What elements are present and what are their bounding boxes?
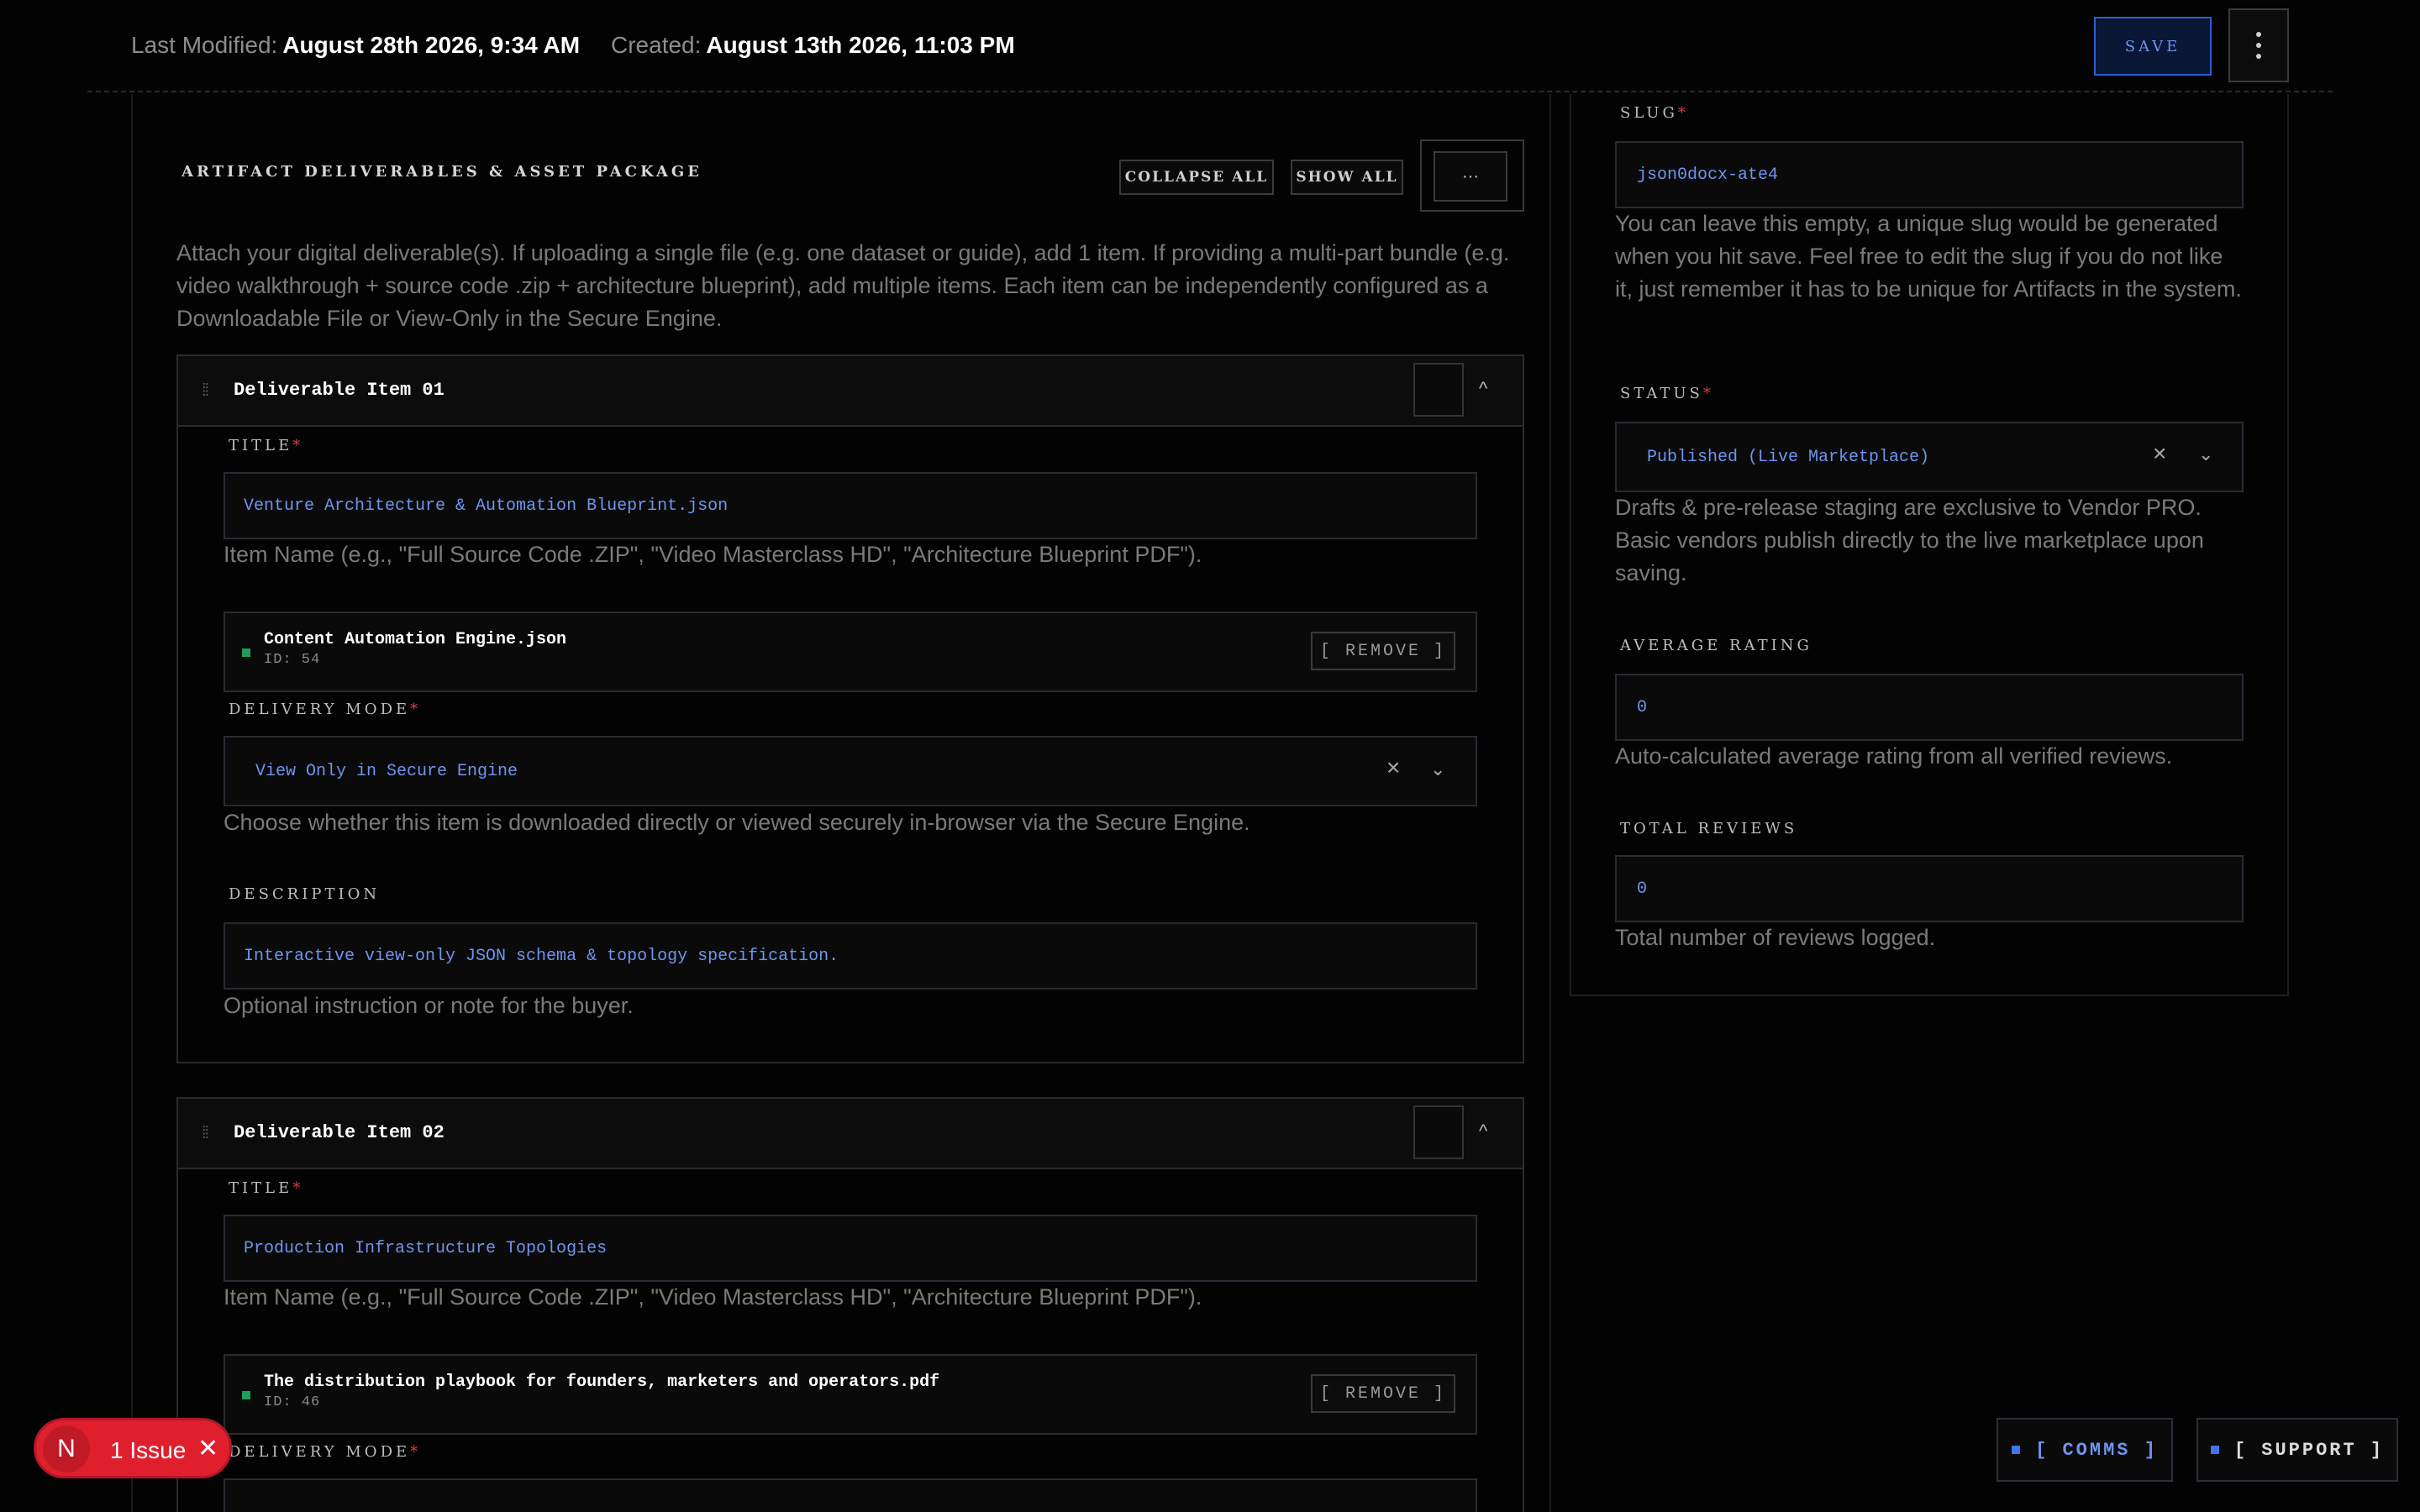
status-help: Drafts & pre-release staging are exclusi…	[1615, 495, 2204, 585]
file-status-indicator	[242, 648, 250, 657]
file-name: Content Automation Engine.json	[264, 630, 567, 649]
file-name: The distribution playbook for founders, …	[264, 1373, 940, 1392]
description-help: Optional instruction or note for the buy…	[224, 993, 634, 1018]
chevron-down-icon[interactable]: ⌄	[2198, 444, 2213, 465]
chevron-up-icon[interactable]: ^	[1479, 1121, 1487, 1142]
support-button[interactable]: [ SUPPORT ]	[2196, 1418, 2398, 1482]
support-label: [ SUPPORT ]	[2233, 1439, 2385, 1461]
save-button[interactable]: SAVE	[2094, 17, 2212, 76]
kebab-icon-dot	[2256, 43, 2261, 48]
description-label: DESCRIPTION	[229, 885, 381, 903]
created-date: Created: August 13th 2026, 11:03 PM	[611, 32, 1015, 59]
deliverable-item-header[interactable]: ⁞⁞ Deliverable Item 02 ^	[178, 1099, 1523, 1169]
show-all-button[interactable]: SHOW ALL	[1291, 160, 1403, 195]
title-input[interactable]: Production Infrastructure Topologies	[224, 1215, 1477, 1282]
file-id: ID: 46	[264, 1394, 321, 1410]
title-help: Item Name (e.g., "Full Source Code .ZIP"…	[224, 1284, 1202, 1310]
delivery-mode-label-text: DELIVERY MODE	[229, 1443, 411, 1461]
support-indicator-icon	[2210, 1446, 2219, 1454]
slug-input[interactable]: json0docx-ate4	[1615, 141, 2244, 208]
remove-file-button[interactable]: [ REMOVE ]	[1311, 632, 1455, 670]
title-help: Item Name (e.g., "Full Source Code .ZIP"…	[224, 542, 1202, 567]
delivery-mode-select[interactable]: View Only in Secure Engine	[224, 736, 1477, 806]
delivery-mode-label: DELIVERY MODE*	[229, 1443, 421, 1461]
top-bar: Last Modified: August 28th 2026, 9:34 AM …	[0, 0, 2420, 94]
total-reviews-label: TOTAL REVIEWS	[1620, 820, 1798, 837]
kebab-icon	[2256, 32, 2261, 37]
average-rating-label: AVERAGE RATING	[1620, 637, 1812, 654]
title-label-text: TITLE	[229, 437, 293, 454]
framework-logo-icon: N	[43, 1425, 90, 1473]
comms-indicator-icon	[2012, 1446, 2021, 1454]
file-id: ID: 54	[264, 652, 321, 668]
deliverable-item-title: Deliverable Item 02	[234, 1122, 445, 1143]
status-select[interactable]: Published (Live Marketplace)	[1615, 422, 2244, 492]
delivery-mode-help: Choose whether this item is downloaded d…	[224, 810, 1250, 835]
section-intro: Attach your digital deliverable(s). If u…	[176, 240, 1510, 331]
created-label: Created:	[611, 32, 702, 58]
required-marker: *	[1677, 104, 1689, 122]
header-divider	[87, 91, 2333, 92]
delivery-mode-label: DELIVERY MODE*	[229, 701, 421, 718]
status-label-text: STATUS	[1620, 385, 1703, 402]
file-row: Content Automation Engine.json ID: 54 [ …	[224, 612, 1477, 692]
section-more-button[interactable]: ···	[1434, 151, 1507, 202]
average-rating-help: Auto-calculated average rating from all …	[1615, 743, 2173, 769]
deliverable-item-header[interactable]: ⁞⁞ Deliverable Item 01 ^	[178, 356, 1523, 427]
clear-icon[interactable]: ×	[1386, 754, 1400, 781]
kebab-icon-dot	[2256, 54, 2261, 59]
last-modified: Last Modified: August 28th 2026, 9:34 AM	[131, 32, 580, 59]
required-marker: *	[410, 1443, 422, 1461]
item-action-button[interactable]	[1413, 363, 1464, 417]
title-input[interactable]: Venture Architecture & Automation Bluepr…	[224, 472, 1477, 539]
section-title: ARTIFACT DELIVERABLES & ASSET PACKAGE	[182, 163, 702, 181]
description-input[interactable]: Interactive view-only JSON schema & topo…	[224, 922, 1477, 990]
slug-label: SLUG*	[1620, 104, 1689, 122]
title-label: TITLE*	[229, 1179, 303, 1197]
last-modified-label: Last Modified:	[131, 32, 278, 58]
issue-count: 1 Issue	[110, 1437, 187, 1463]
title-label: TITLE*	[229, 437, 303, 454]
required-marker: *	[292, 437, 304, 454]
deliverable-item-title: Deliverable Item 01	[234, 380, 445, 401]
item-action-button[interactable]	[1413, 1105, 1464, 1159]
last-modified-value: August 28th 2026, 9:34 AM	[282, 32, 581, 58]
slug-label-text: SLUG	[1620, 104, 1678, 122]
average-rating-input[interactable]: 0	[1615, 674, 2244, 741]
close-icon[interactable]: ✕	[197, 1434, 218, 1463]
collapse-all-button[interactable]: COLLAPSE ALL	[1119, 160, 1274, 195]
clear-icon[interactable]: ×	[2153, 440, 2166, 467]
file-row: The distribution playbook for founders, …	[224, 1354, 1477, 1435]
comms-button[interactable]: [ COMMS ]	[1996, 1418, 2173, 1482]
status-label: STATUS*	[1620, 385, 1714, 402]
delivery-mode-label-text: DELIVERY MODE	[229, 701, 411, 718]
total-reviews-input[interactable]: 0	[1615, 855, 2244, 922]
required-marker: *	[1702, 385, 1714, 402]
more-options-button[interactable]	[2228, 8, 2289, 82]
remove-file-button[interactable]: [ REMOVE ]	[1311, 1374, 1455, 1413]
required-marker: *	[410, 701, 422, 718]
title-label-text: TITLE	[229, 1179, 293, 1197]
delivery-mode-value: View Only in Secure Engine	[255, 761, 518, 781]
chevron-down-icon[interactable]: ⌄	[1430, 759, 1445, 780]
slug-help: You can leave this empty, a unique slug …	[1615, 211, 2242, 302]
required-marker: *	[292, 1179, 304, 1197]
comms-label: [ COMMS ]	[2035, 1439, 2158, 1461]
chevron-up-icon[interactable]: ^	[1479, 378, 1487, 400]
drag-handle-icon[interactable]: ⁞⁞	[202, 1124, 209, 1143]
created-value: August 13th 2026, 11:03 PM	[706, 32, 1015, 58]
issue-badge[interactable]: N 1 Issue ✕	[34, 1418, 232, 1478]
section-actions: ···	[1420, 139, 1524, 212]
delivery-mode-select[interactable]	[224, 1478, 1477, 1512]
drag-handle-icon[interactable]: ⁞⁞	[202, 381, 209, 401]
file-status-indicator	[242, 1391, 250, 1399]
status-value: Published (Live Marketplace)	[1647, 447, 1930, 467]
total-reviews-help: Total number of reviews logged.	[1615, 925, 1936, 950]
